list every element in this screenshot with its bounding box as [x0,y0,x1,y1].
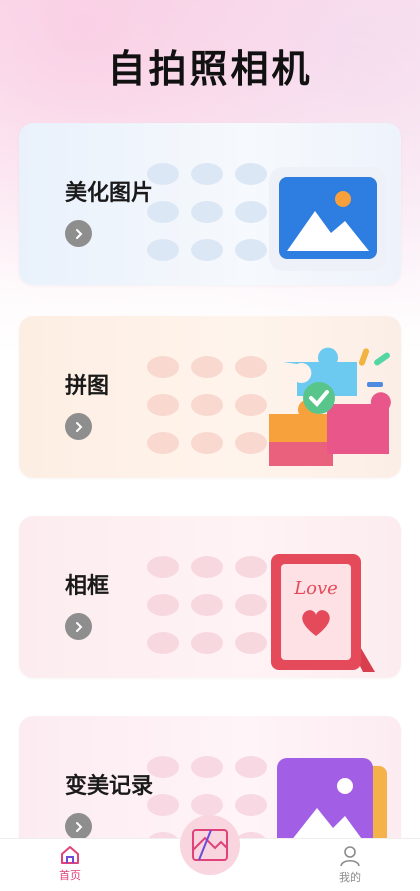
chevron-right-icon[interactable] [65,613,92,640]
card-label: 美化图片 [65,181,154,206]
puzzle-icon [261,342,395,478]
card-label: 相框 [65,574,110,599]
card-collage[interactable]: 拼图 [19,316,401,478]
picture-icon [265,159,395,283]
tab-home-label: 首页 [59,869,81,882]
tab-home[interactable]: 首页 [40,845,100,883]
card-label: 拼图 [65,374,110,399]
tab-mine[interactable]: 我的 [320,845,380,885]
home-icon [61,846,79,864]
chevron-right-icon[interactable] [65,413,92,440]
tab-mine-label: 我的 [339,871,361,884]
frame-icon: Love [263,548,383,678]
card-photo-frame[interactable]: 相框 Love [19,516,401,678]
card-beautify-photo[interactable]: 美化图片 [19,123,401,285]
page-title: 自拍照相机 [107,47,313,91]
chevron-right-icon[interactable] [65,220,92,247]
chevron-right-icon[interactable] [65,813,92,840]
center-camera-button[interactable] [180,815,240,875]
card-label: 变美记录 [65,774,154,799]
collage-icon [192,829,228,861]
user-icon [340,846,360,867]
frame-art-text: Love [293,578,338,599]
